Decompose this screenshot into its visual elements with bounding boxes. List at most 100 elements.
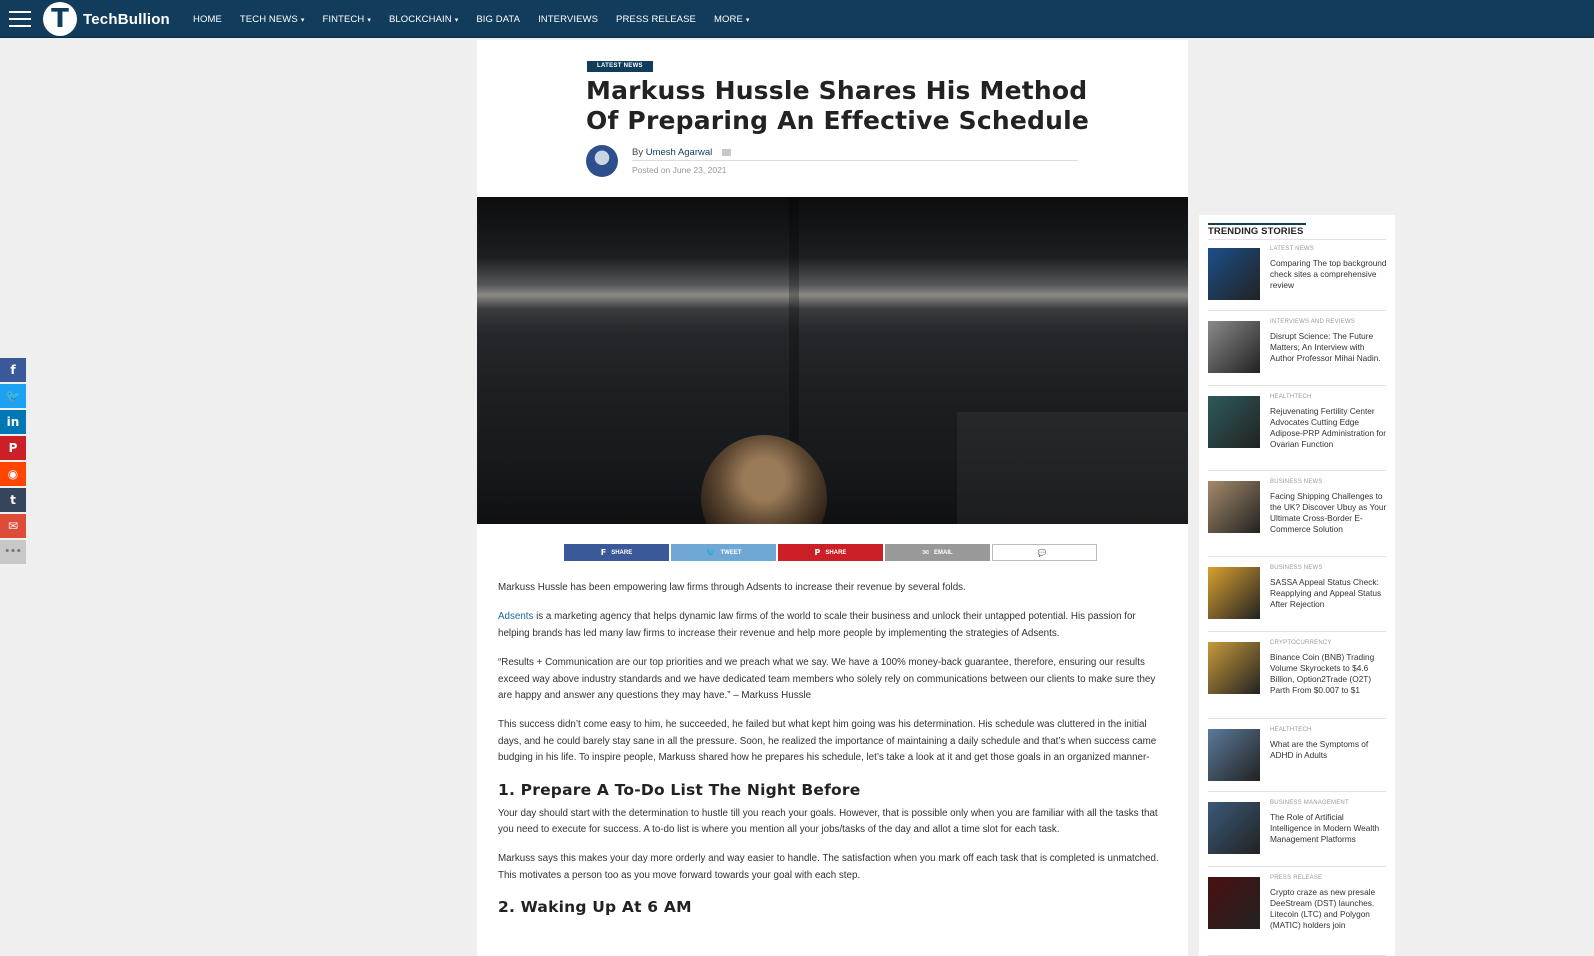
trending-story-item[interactable]: LATEST NEWS Comparing The top background … (1208, 246, 1388, 311)
story-thumbnail[interactable] (1208, 321, 1260, 373)
share-button-label: SHARE (825, 549, 847, 556)
story-category[interactable]: INTERVIEWS AND REVIEWS (1270, 319, 1355, 325)
story-thumbnail[interactable] (1208, 481, 1260, 533)
trending-story-item[interactable]: HEALTHTECH Rejuvenating Fertility Center … (1208, 394, 1388, 471)
email-button[interactable]: ✉ EMAIL (885, 544, 990, 561)
story-thumbnail[interactable] (1208, 877, 1260, 929)
story-thumbnail[interactable] (1208, 396, 1260, 448)
paragraph: Markuss says this makes your day more or… (498, 853, 1159, 881)
adsents-link[interactable]: Adsents (498, 611, 533, 622)
story-category[interactable]: HEALTHTECH (1270, 394, 1312, 400)
author-link[interactable]: Umesh Agarwal (646, 147, 713, 158)
article-container: LATEST NEWS Markuss Hussle Shares His Me… (477, 40, 1188, 956)
floating-share-bar: f 🐦 in P ◉ t ✉ ••• (0, 358, 26, 566)
hamburger-menu-icon[interactable] (9, 11, 31, 27)
site-logo[interactable]: T TechBullion (43, 2, 170, 36)
chevron-down-icon: ▾ (454, 16, 459, 24)
section-heading: 1. Prepare A To-Do List The Night Before (498, 780, 861, 799)
byline-divider (632, 160, 1078, 161)
story-thumbnail[interactable] (1208, 248, 1260, 300)
paragraph: Adsents is a marketing agency that helps… (498, 609, 1168, 642)
byline: By Umesh Agarwal (632, 147, 731, 158)
pinterest-share-icon[interactable]: P (0, 436, 26, 460)
trending-story-item[interactable]: CRYPTOCURRENCY Binance Coin (BNB) Trading… (1208, 640, 1388, 719)
trending-story-item[interactable]: HEALTHTECH What are the Symptoms of ADHD … (1208, 727, 1388, 792)
featured-image (477, 197, 1188, 524)
facebook-share-icon[interactable]: f (0, 358, 26, 382)
tumblr-share-icon[interactable]: t (0, 488, 26, 512)
nav-link-more[interactable]: MORE ▾ (714, 14, 750, 25)
share-icon: f (600, 548, 607, 557)
nav-link-label: MORE (714, 13, 743, 25)
share-button[interactable]: f SHARE (564, 544, 669, 561)
story-thumbnail[interactable] (1208, 802, 1260, 854)
story-thumbnail[interactable] (1208, 567, 1260, 619)
story-category[interactable]: BUSINESS MANAGEMENT (1270, 800, 1349, 806)
chevron-down-icon: ▾ (745, 16, 750, 24)
story-title[interactable]: SASSA Appeal Status Check: Reapplying an… (1270, 577, 1388, 610)
sidebar-divider (1208, 239, 1386, 240)
paragraph: Markuss Hussle has been empowering law f… (498, 582, 966, 593)
tweet-icon: 🐦 (705, 548, 716, 557)
email-author-icon[interactable] (721, 148, 731, 156)
quote-paragraph: “Results + Communication are our top pri… (498, 657, 1156, 702)
share-icon: P (814, 548, 821, 557)
hero-panel (957, 412, 1188, 524)
trending-story-item[interactable]: BUSINESS MANAGEMENT The Role of Artificia… (1208, 800, 1388, 867)
story-thumbnail[interactable] (1208, 642, 1260, 694)
paragraph: This success didn’t come easy to him, he… (498, 719, 1157, 764)
posted-date: Posted on June 23, 2021 (632, 165, 727, 175)
top-navbar: T TechBullion HOME TECH NEWS ▾ FINTECH ▾ BLOC… (0, 0, 1594, 38)
story-title[interactable]: Disrupt Science: The Future Matters; An … (1270, 331, 1388, 364)
story-title[interactable]: Comparing The top background check sites… (1270, 258, 1388, 291)
article-body: Markuss Hussle has been empowering law f… (498, 580, 1168, 923)
author-avatar[interactable] (586, 145, 618, 177)
reddit-share-icon[interactable]: ◉ (0, 462, 26, 486)
nav-link-label: BIG DATA (476, 13, 521, 25)
nav-link-interviews[interactable]: INTERVIEWS (538, 14, 598, 25)
category-badge[interactable]: LATEST NEWS (587, 61, 653, 72)
story-category[interactable]: CRYPTOCURRENCY (1270, 640, 1332, 646)
tweet-button[interactable]: 🐦 TWEET (671, 544, 776, 561)
story-title[interactable]: Facing Shipping Challenges to the UK? Di… (1270, 491, 1388, 535)
trending-story-item[interactable]: INTERVIEWS AND REVIEWS Disrupt Science: T… (1208, 319, 1388, 386)
story-category[interactable]: PRESS RELEASE (1270, 875, 1322, 881)
story-title[interactable]: The Role of Artificial Intelligence in M… (1270, 812, 1388, 845)
story-category[interactable]: BUSINESS NEWS (1270, 479, 1323, 485)
nav-link-label: INTERVIEWS (538, 13, 599, 25)
twitter-share-icon[interactable]: 🐦 (0, 384, 26, 408)
share-button[interactable]: P SHARE (778, 544, 883, 561)
share-button-label: SHARE (611, 549, 633, 556)
story-thumbnail[interactable] (1208, 729, 1260, 781)
nav-link-fintech[interactable]: FINTECH ▾ (322, 14, 371, 25)
story-category[interactable]: BUSINESS NEWS (1270, 565, 1323, 571)
nav-link-home[interactable]: HOME (193, 14, 222, 25)
more-share-icon[interactable]: ••• (0, 540, 26, 564)
trending-story-item[interactable]: BUSINESS NEWS SASSA Appeal Status Check: … (1208, 565, 1388, 632)
logo-text: TechBullion (83, 10, 170, 28)
story-title[interactable]: Binance Coin (BNB) Trading Volume Skyroc… (1270, 652, 1388, 696)
nav-link-big-data[interactable]: BIG DATA (476, 14, 520, 25)
story-title[interactable]: Rejuvenating Fertility Center Advocates … (1270, 406, 1388, 450)
comment-icon: 💬 (1037, 548, 1047, 557)
story-category[interactable]: HEALTHTECH (1270, 727, 1312, 733)
story-title[interactable]: What are the Symptoms of ADHD in Adults (1270, 739, 1388, 761)
nav-link-blockchain[interactable]: BLOCKCHAIN ▾ (389, 14, 458, 25)
sidebar-title: TRENDING STORIES (1208, 226, 1304, 237)
nav-link-label: BLOCKCHAIN (388, 13, 452, 25)
section-heading: 2. Waking Up At 6 AM (498, 898, 692, 917)
story-category[interactable]: LATEST NEWS (1270, 246, 1314, 252)
story-title[interactable]: Crypto craze as new presale DeeStream (D… (1270, 887, 1388, 931)
email-share-icon[interactable]: ✉ (0, 514, 26, 538)
paragraph: Your day should start with the determina… (498, 807, 1158, 836)
comments-button[interactable]: 💬 (992, 544, 1097, 561)
trending-story-item[interactable]: BUSINESS NEWS Facing Shipping Challenges … (1208, 479, 1388, 557)
nav-link-tech-news[interactable]: TECH NEWS ▾ (240, 14, 305, 25)
main-nav: HOME TECH NEWS ▾ FINTECH ▾ BLOCKCHAIN ▾ BIG DAT… (193, 0, 768, 38)
nav-link-label: TECH NEWS (239, 13, 298, 25)
nav-link-press-release[interactable]: PRESS RELEASE (616, 14, 696, 25)
share-button-label: EMAIL (934, 549, 953, 556)
linkedin-share-icon[interactable]: in (0, 410, 26, 434)
trending-story-item[interactable]: PRESS RELEASE Crypto craze as new presale… (1208, 875, 1388, 956)
byline-prefix: By (632, 147, 644, 158)
